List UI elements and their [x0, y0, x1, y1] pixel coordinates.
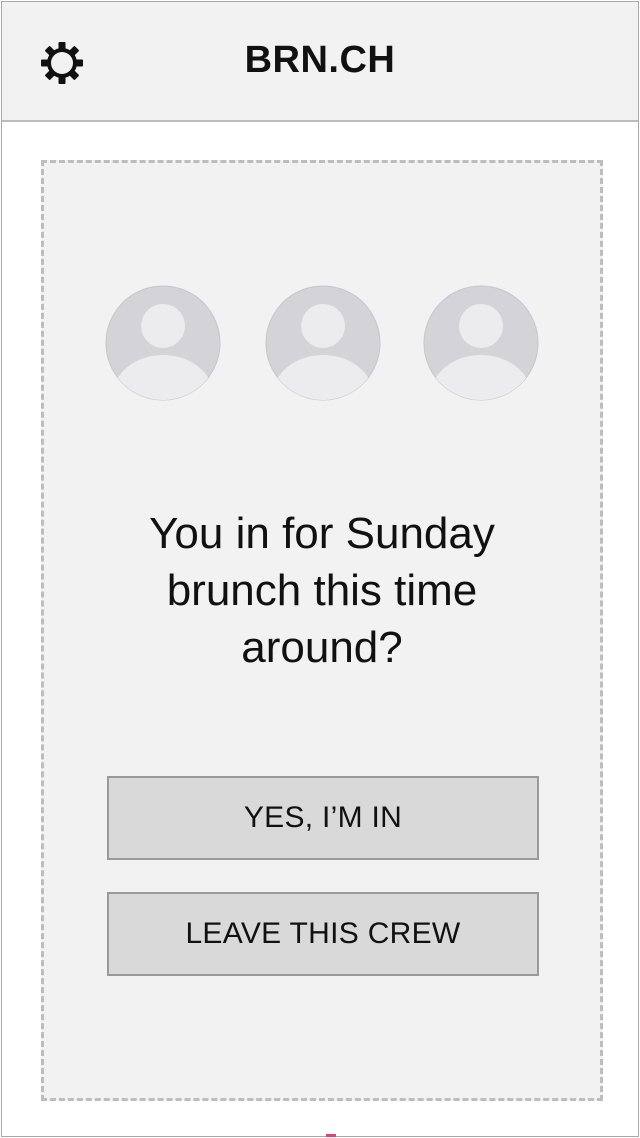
- question-line: around?: [241, 623, 403, 672]
- top-bar: BRN.CH: [2, 2, 638, 122]
- app-title: BRN.CH: [244, 39, 396, 81]
- question-line: You in for Sunday: [149, 509, 495, 558]
- user-avatar-icon: [105, 285, 221, 401]
- user-avatar-icon: [265, 285, 381, 401]
- question-line: brunch this time: [166, 566, 478, 615]
- scroll-indicator: [326, 1134, 336, 1137]
- avatar-row: [44, 285, 600, 403]
- invite-question: You in for Sunday brunch this time aroun…: [84, 505, 560, 676]
- app-screen: BRN.CH You in for Sunday brunch this tim…: [1, 1, 639, 1137]
- leave-crew-button[interactable]: LEAVE THIS CREW: [107, 892, 539, 976]
- yes-im-in-button[interactable]: YES, I’M IN: [107, 776, 539, 860]
- invite-card: You in for Sunday brunch this time aroun…: [41, 160, 603, 1101]
- user-avatar-icon: [423, 285, 539, 401]
